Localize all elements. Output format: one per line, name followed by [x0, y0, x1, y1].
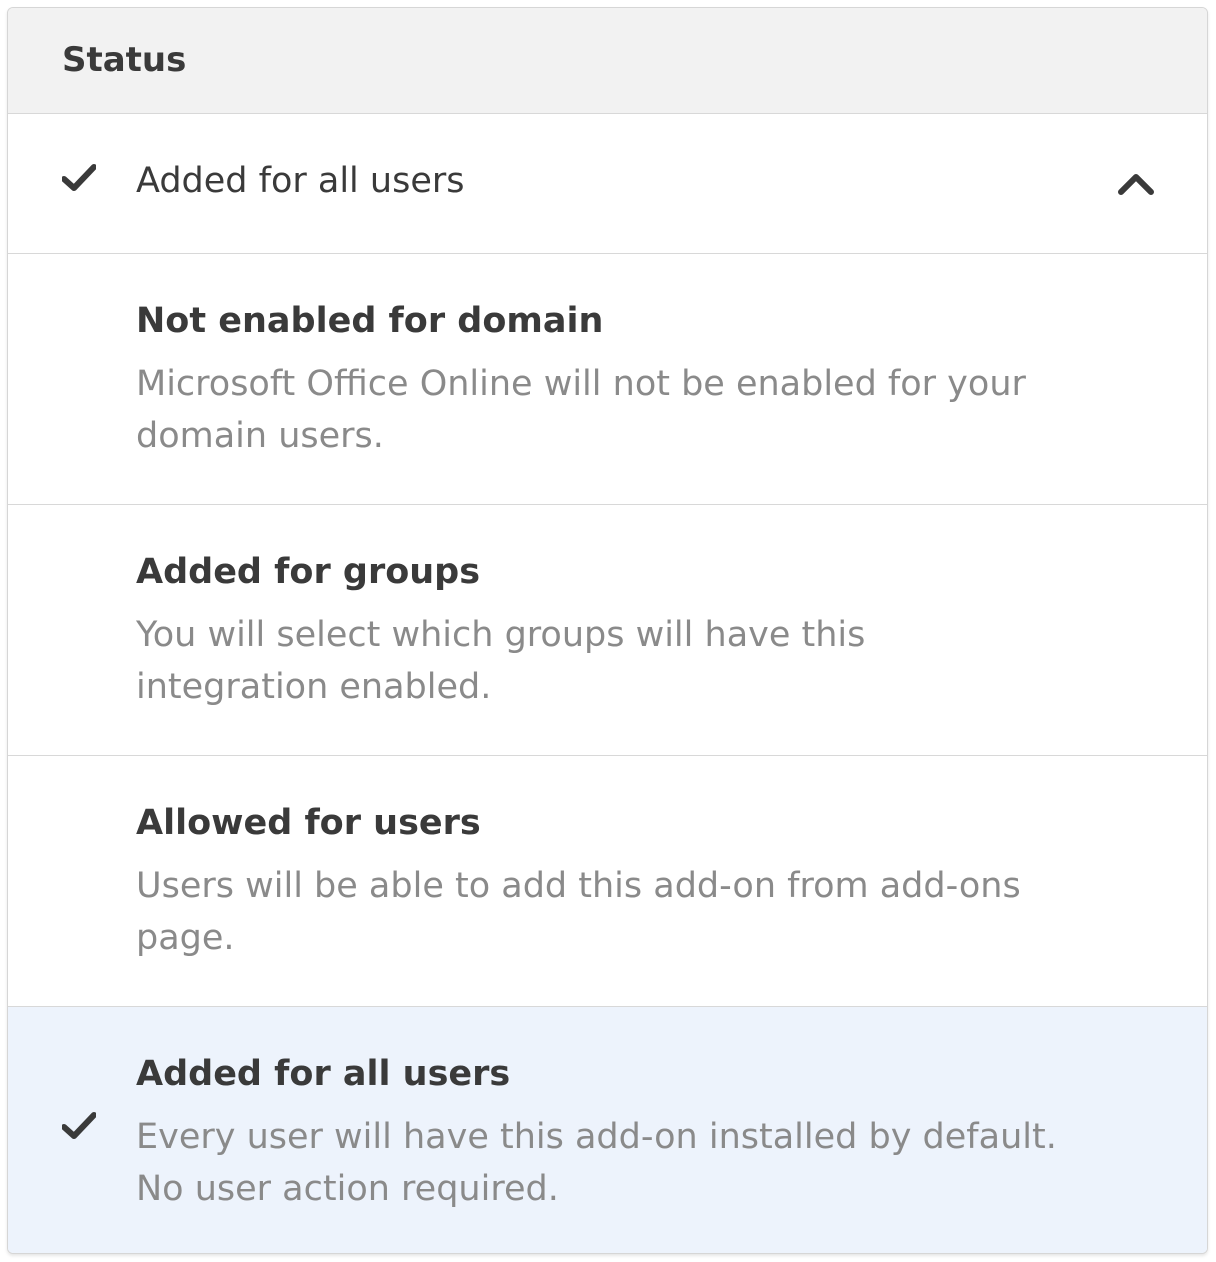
selected-status-label: Added for all users	[136, 161, 465, 201]
option-description: Every user will have this add-on install…	[136, 1117, 1057, 1209]
option-added-for-all-users[interactable]: Added for all users Every user will have…	[8, 1007, 1207, 1253]
panel-header: Status	[8, 8, 1207, 114]
chevron-up-icon[interactable]	[1117, 172, 1155, 196]
option-title: Not enabled for domain	[136, 301, 604, 341]
option-description: You will select which groups will have t…	[136, 615, 866, 707]
option-added-for-groups[interactable]: Added for groups You will select which g…	[8, 505, 1207, 756]
check-icon	[62, 1112, 96, 1139]
panel-title: Status	[62, 39, 187, 80]
option-title: Added for groups	[136, 552, 481, 592]
option-description: Users will be able to add this add-on fr…	[136, 866, 1021, 958]
option-not-enabled-for-domain[interactable]: Not enabled for domain Microsoft Office …	[8, 254, 1207, 505]
status-panel: Status Added for all users Not enabled f…	[7, 7, 1208, 1254]
option-title: Allowed for users	[136, 803, 481, 843]
option-description: Microsoft Office Online will not be enab…	[136, 364, 1026, 456]
option-title: Added for all users	[136, 1054, 511, 1094]
status-dropdown-toggle[interactable]: Added for all users	[8, 114, 1207, 254]
check-icon	[62, 164, 96, 191]
option-allowed-for-users[interactable]: Allowed for users Users will be able to …	[8, 756, 1207, 1007]
